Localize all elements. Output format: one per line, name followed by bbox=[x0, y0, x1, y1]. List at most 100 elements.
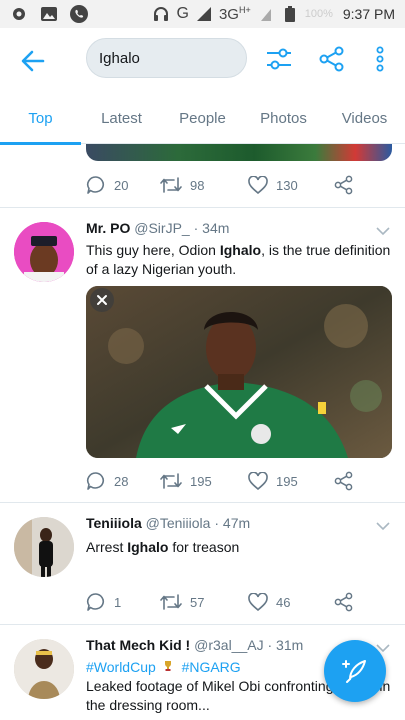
tweet-header: Mr. PO @SirJP_ · 34m bbox=[86, 220, 229, 236]
heart-icon bbox=[248, 593, 268, 611]
compose-tweet-button[interactable] bbox=[324, 640, 386, 702]
hashtag-link[interactable]: #NGARG bbox=[182, 659, 241, 675]
signal-icon bbox=[195, 5, 213, 23]
tweet-text-part: for treason bbox=[168, 539, 240, 555]
tweet-time: 34m bbox=[202, 220, 230, 236]
hashtag-link[interactable]: #WorldCup bbox=[86, 659, 156, 675]
tab-top[interactable]: Top bbox=[0, 92, 81, 145]
headphones-icon bbox=[152, 5, 170, 23]
close-icon bbox=[97, 295, 107, 305]
heart-icon bbox=[248, 176, 268, 194]
tweet-text-highlight: Ighalo bbox=[219, 242, 262, 258]
tweet-actions: 28 195 195 bbox=[86, 469, 366, 493]
status-bar: G 3G H+ 100% 9:37 PM bbox=[0, 0, 405, 28]
tweet-text-part: This guy here, Odion bbox=[86, 242, 220, 258]
chevron-down-icon bbox=[376, 522, 390, 531]
retweet-icon bbox=[160, 473, 182, 489]
tweet-feed: 20 98 130 Mr. PO @SirJP_ · 34m This guy … bbox=[0, 144, 405, 720]
search-tabs: Top Latest People Photos Videos bbox=[0, 92, 405, 145]
tweet-actions: 1 57 46 bbox=[86, 590, 366, 614]
retweet-count: 195 bbox=[190, 473, 212, 489]
battery-percent: 100% bbox=[304, 8, 333, 20]
tweet-author-handle[interactable]: @Teniiiola bbox=[146, 515, 211, 531]
back-button[interactable] bbox=[18, 46, 48, 76]
tweet-options-caret[interactable] bbox=[375, 518, 391, 534]
tweet-author-name[interactable]: That Mech Kid ! bbox=[86, 637, 190, 653]
tweet-header: That Mech Kid ! @r3al__AJ · 31m bbox=[86, 637, 303, 653]
like-button[interactable]: 195 bbox=[248, 472, 334, 490]
reply-count: 20 bbox=[114, 177, 129, 193]
tweet-time: 47m bbox=[222, 515, 251, 531]
like-count: 46 bbox=[276, 594, 291, 610]
battery-icon bbox=[281, 5, 299, 23]
tweet-header: Teniiiola @Teniiiola · 47m bbox=[86, 515, 250, 531]
more-vertical-icon bbox=[376, 46, 384, 72]
tweet-text: This guy here, Odion Ighalo, is the true… bbox=[86, 241, 391, 279]
tweet-dot-separator: · bbox=[193, 220, 199, 236]
tweet-share-button[interactable] bbox=[334, 175, 354, 195]
trophy-icon bbox=[164, 658, 174, 677]
avatar[interactable] bbox=[14, 639, 74, 699]
gallery-icon bbox=[40, 5, 58, 23]
tweet-author-handle[interactable]: @r3al__AJ bbox=[194, 637, 263, 653]
share-icon bbox=[334, 471, 353, 491]
search-header: Ighalo bbox=[0, 28, 405, 92]
share-button[interactable] bbox=[317, 44, 347, 74]
reply-button[interactable]: 1 bbox=[86, 592, 160, 612]
search-filter-button[interactable] bbox=[264, 44, 294, 74]
tweet-author-name[interactable]: Mr. PO bbox=[86, 220, 130, 236]
retweet-button[interactable]: 57 bbox=[160, 593, 248, 611]
tweet-divider bbox=[0, 502, 405, 503]
tweet-dot-separator: · bbox=[267, 637, 273, 653]
tweet-author-name[interactable]: Teniiiola bbox=[86, 515, 142, 531]
phone-icon bbox=[70, 5, 88, 23]
hplus-indicator: H+ bbox=[238, 5, 251, 15]
tweet-media-image[interactable] bbox=[86, 286, 392, 458]
reply-count: 1 bbox=[114, 594, 122, 610]
tweet-author-handle[interactable]: @SirJP_ bbox=[134, 220, 189, 236]
retweet-button[interactable]: 98 bbox=[160, 176, 248, 194]
tweet-divider bbox=[0, 624, 405, 625]
signal-type: 3G bbox=[218, 5, 239, 23]
more-options-button[interactable] bbox=[365, 44, 395, 74]
tab-latest[interactable]: Latest bbox=[81, 92, 162, 144]
like-button[interactable]: 46 bbox=[248, 593, 334, 611]
retweet-icon bbox=[160, 177, 182, 193]
arrow-left-icon bbox=[21, 50, 45, 72]
signal-icon-2 bbox=[257, 5, 275, 23]
tweet-time: 31m bbox=[276, 637, 304, 653]
notification-dot-icon bbox=[10, 5, 28, 23]
share-icon bbox=[334, 592, 353, 612]
network-type: G bbox=[176, 5, 189, 22]
like-button[interactable]: 130 bbox=[248, 176, 334, 194]
tab-people[interactable]: People bbox=[162, 92, 243, 144]
tab-videos[interactable]: Videos bbox=[324, 92, 405, 144]
share-icon bbox=[334, 175, 353, 195]
reply-icon bbox=[86, 472, 105, 490]
tweet-media-partial[interactable] bbox=[86, 144, 392, 161]
reply-button[interactable]: 28 bbox=[86, 471, 160, 491]
tweet-text: Arrest Ighalo for treason bbox=[86, 538, 391, 557]
sliders-icon bbox=[267, 48, 291, 70]
tweet-text-part: Arrest bbox=[86, 539, 128, 555]
clock: 9:37 PM bbox=[342, 6, 395, 22]
tweet-text-highlight: Ighalo bbox=[127, 539, 169, 555]
tweet-share-button[interactable] bbox=[334, 471, 354, 491]
like-count: 195 bbox=[276, 473, 298, 489]
reply-button[interactable]: 20 bbox=[86, 175, 160, 195]
search-input[interactable]: Ighalo bbox=[86, 38, 247, 78]
tab-photos[interactable]: Photos bbox=[243, 92, 324, 144]
chevron-down-icon bbox=[376, 227, 390, 236]
avatar[interactable] bbox=[14, 222, 74, 282]
tweet-share-button[interactable] bbox=[334, 592, 354, 612]
retweet-count: 98 bbox=[190, 177, 205, 193]
avatar[interactable] bbox=[14, 517, 74, 577]
tweet-options-caret[interactable] bbox=[375, 223, 391, 239]
heart-icon bbox=[248, 472, 268, 490]
media-close-button[interactable] bbox=[90, 288, 114, 312]
share-icon bbox=[319, 46, 344, 72]
tweet-divider bbox=[0, 207, 405, 208]
reply-icon bbox=[86, 176, 105, 194]
retweet-button[interactable]: 195 bbox=[160, 472, 248, 490]
tweet-dot-separator: · bbox=[214, 515, 220, 531]
